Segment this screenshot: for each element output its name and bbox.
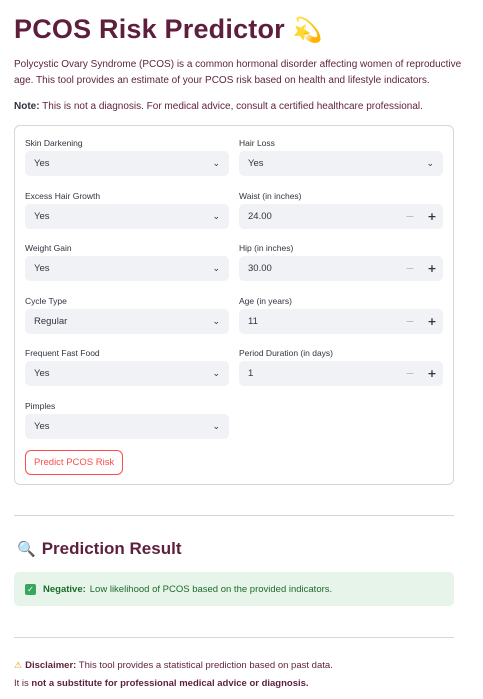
decrement-button[interactable]: −	[399, 367, 421, 380]
hip-value: 30.00	[248, 263, 272, 274]
fast-food-field: Frequent Fast Food Yes ⌄	[25, 347, 229, 386]
excess-hair-select[interactable]: Yes ⌄	[25, 204, 229, 229]
period-duration-value: 1	[248, 368, 254, 379]
chevron-down-icon: ⌄	[212, 316, 220, 327]
section-divider	[14, 637, 454, 638]
disclaimer-text: This tool provides a statistical predict…	[76, 660, 333, 671]
chevron-down-icon: ⌄	[212, 368, 220, 379]
age-value: 11	[248, 316, 258, 327]
fast-food-value: Yes	[34, 368, 50, 379]
waist-value: 24.00	[248, 211, 272, 222]
cycle-type-value: Regular	[34, 316, 68, 327]
page-title: PCOS Risk Predictor 💫	[14, 14, 323, 45]
chevron-down-icon: ⌄	[212, 211, 220, 222]
increment-button[interactable]: +	[421, 367, 443, 380]
skin-darkening-select[interactable]: Yes ⌄	[25, 151, 229, 176]
pimples-select[interactable]: Yes ⌄	[25, 414, 229, 439]
fast-food-select[interactable]: Yes ⌄	[25, 361, 229, 386]
increment-button[interactable]: +	[421, 262, 443, 275]
age-label: Age (in years)	[239, 296, 292, 306]
disclaimer-line-1: ⚠ Disclaimer: This tool provides a statis…	[14, 657, 474, 675]
cycle-type-field: Cycle Type Regular ⌄	[25, 295, 229, 334]
chevron-down-icon: ⌄	[212, 158, 220, 169]
disclaimer-emphasis: not a substitute for professional medica…	[31, 678, 309, 689]
excess-hair-label: Excess Hair Growth	[25, 191, 101, 201]
section-divider	[14, 515, 454, 516]
note-body: This is not a diagnosis. For medical adv…	[39, 101, 423, 112]
disclaimer-prefix: It is	[14, 678, 32, 689]
increment-button[interactable]: +	[421, 210, 443, 223]
note-text: Note: This is not a diagnosis. For medic…	[14, 99, 469, 115]
disclaimer-label: Disclaimer:	[25, 660, 77, 671]
excess-hair-value: Yes	[34, 211, 50, 222]
hair-loss-field: Hair Loss Yes ⌄	[239, 137, 443, 176]
age-number-input[interactable]: 11 − +	[239, 309, 443, 334]
intro-text: Polycystic Ovary Syndrome (PCOS) is a co…	[14, 59, 462, 86]
page-title-text: PCOS Risk Predictor	[14, 14, 285, 44]
period-duration-field: Period Duration (in days) 1 − +	[239, 347, 443, 386]
fast-food-label: Frequent Fast Food	[25, 348, 100, 358]
dizzy-star-icon: 💫	[292, 15, 323, 44]
cycle-type-select[interactable]: Regular ⌄	[25, 309, 229, 334]
waist-label: Waist (in inches)	[239, 191, 302, 201]
pimples-value: Yes	[34, 421, 50, 432]
waist-field: Waist (in inches) 24.00 − +	[239, 190, 443, 229]
chevron-down-icon: ⌄	[212, 421, 220, 432]
weight-gain-select[interactable]: Yes ⌄	[25, 256, 229, 281]
hair-loss-value: Yes	[248, 158, 264, 169]
age-field: Age (in years) 11 − +	[239, 295, 443, 334]
hip-field: Hip (in inches) 30.00 − +	[239, 242, 443, 281]
chevron-down-icon: ⌄	[212, 263, 220, 274]
disclaimer: ⚠ Disclaimer: This tool provides a statis…	[14, 657, 474, 692]
result-heading-text: Prediction Result	[41, 539, 182, 558]
weight-gain-value: Yes	[34, 263, 50, 274]
hip-number-input[interactable]: 30.00 − +	[239, 256, 443, 281]
decrement-button[interactable]: −	[399, 262, 421, 275]
pimples-field: Pimples Yes ⌄	[25, 400, 229, 439]
weight-gain-label: Weight Gain	[25, 243, 72, 253]
result-status-text: Low likelihood of PCOS based on the prov…	[89, 583, 333, 595]
result-status-label: Negative:	[43, 583, 86, 595]
warning-icon: ⚠	[14, 661, 23, 671]
result-heading: 🔍 Prediction Result	[17, 539, 182, 559]
skin-darkening-label: Skin Darkening	[25, 138, 83, 148]
period-duration-label: Period Duration (in days)	[239, 348, 334, 358]
decrement-button[interactable]: −	[399, 315, 421, 328]
skin-darkening-value: Yes	[34, 158, 50, 169]
predict-button[interactable]: Predict PCOS Risk	[25, 450, 124, 475]
hair-loss-select[interactable]: Yes ⌄	[239, 151, 443, 176]
cycle-type-label: Cycle Type	[25, 296, 67, 306]
increment-button[interactable]: +	[421, 315, 443, 328]
period-duration-number-input[interactable]: 1 − +	[239, 361, 443, 386]
hip-label: Hip (in inches)	[239, 243, 294, 253]
prediction-form: Skin Darkening Yes ⌄ Excess Hair Growth …	[14, 125, 454, 485]
chevron-down-icon: ⌄	[426, 158, 434, 169]
note-label: Note:	[14, 101, 40, 112]
skin-darkening-field: Skin Darkening Yes ⌄	[25, 137, 229, 176]
pimples-label: Pimples	[25, 401, 56, 411]
excess-hair-field: Excess Hair Growth Yes ⌄	[25, 190, 229, 229]
decrement-button[interactable]: −	[399, 210, 421, 223]
hair-loss-label: Hair Loss	[239, 138, 275, 148]
disclaimer-line-2: It is not a substitute for professional …	[14, 675, 474, 692]
waist-number-input[interactable]: 24.00 − +	[239, 204, 443, 229]
result-alert: ✓ Negative: Low likelihood of PCOS based…	[14, 572, 454, 606]
magnifier-icon: 🔍	[17, 540, 36, 558]
check-box-icon: ✓	[25, 583, 36, 595]
weight-gain-field: Weight Gain Yes ⌄	[25, 242, 229, 281]
